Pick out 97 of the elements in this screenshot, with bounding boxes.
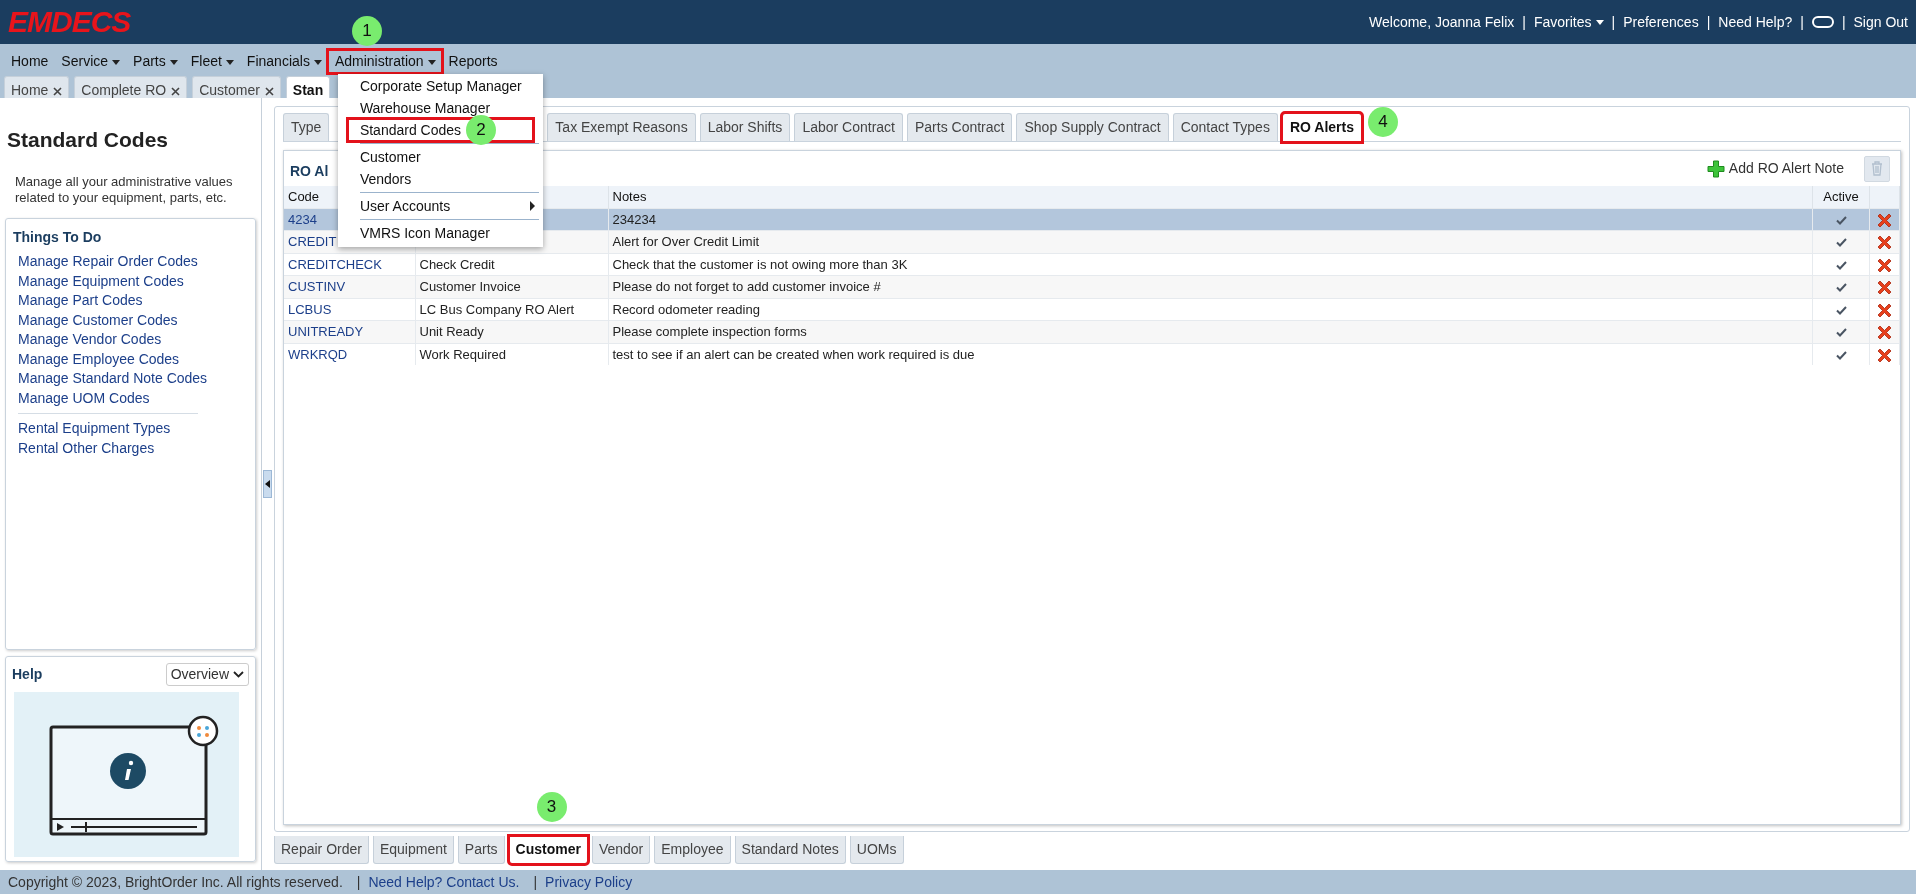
notes-cell: Alert for Over Credit Limit — [608, 230, 1813, 253]
open-tab[interactable]: Home — [4, 76, 70, 98]
open-tab[interactable]: Complete RO — [74, 76, 188, 98]
open-tab[interactable]: Customer — [192, 76, 281, 98]
code-tab[interactable]: Labor Shifts — [699, 113, 791, 141]
notes-cell: test to see if an alert can be created when work required is due — [608, 343, 1813, 365]
delete-icon[interactable] — [1876, 256, 1893, 274]
collapse-handle[interactable] — [263, 470, 272, 498]
overview-select[interactable]: Overview — [165, 663, 249, 686]
module-tab[interactable]: UOMs — [849, 836, 904, 864]
collapse-icon — [265, 480, 270, 488]
notes-cell: 234234 — [608, 208, 1813, 231]
description-cell: Work Required — [415, 343, 608, 365]
footer-link[interactable]: Privacy Policy — [545, 871, 633, 893]
sidebar-link[interactable]: Manage UOM Codes — [18, 388, 249, 409]
panel-title: Help — [12, 665, 43, 684]
menu-item[interactable]: Customer — [337, 146, 543, 168]
footer-link[interactable]: Need Help? Contact Us. — [368, 871, 520, 893]
trash-icon — [1871, 161, 1883, 176]
separator: | — [1800, 12, 1804, 32]
separator: | — [1522, 12, 1526, 32]
callout-number: 4 — [1368, 107, 1398, 137]
delete-icon[interactable] — [1876, 279, 1893, 297]
header-link[interactable]: Preferences — [1623, 11, 1699, 33]
add-note-button[interactable]: Add RO Alert Note — [1706, 158, 1844, 179]
header-link[interactable]: Sign Out — [1853, 11, 1908, 33]
column-header: Notes — [608, 186, 1813, 208]
sidebar-link[interactable]: Manage Standard Note Codes — [18, 369, 249, 389]
code-tab[interactable]: RO Alerts — [1281, 113, 1362, 142]
column-header: Active — [1812, 186, 1870, 208]
code-tab[interactable]: Labor Contract — [794, 113, 903, 141]
code-tab[interactable]: Type — [283, 113, 330, 141]
page-title: Standard Codes — [7, 127, 170, 153]
code-cell[interactable]: WRKRQD — [284, 343, 415, 365]
notes-cell: Please do not forget to add customer invoice # — [608, 275, 1813, 298]
sidebar-link[interactable]: Manage Employee Codes — [18, 349, 249, 370]
description-cell: Unit Ready — [415, 320, 608, 343]
code-tab[interactable]: Contact Types — [1172, 113, 1278, 141]
module-tab[interactable]: Vendor — [591, 836, 651, 864]
notes-cell: Please complete inspection forms — [608, 320, 1813, 343]
close-icon[interactable] — [53, 86, 63, 96]
delete-icon[interactable] — [1876, 324, 1893, 342]
separator: | — [356, 872, 361, 892]
open-tab[interactable]: Stan — [285, 76, 331, 98]
page-description: Manage all your administrative values related to your equipment, parts, etc. — [15, 173, 234, 208]
module-tab[interactable]: Parts — [457, 836, 505, 864]
delete-icon[interactable] — [1876, 211, 1893, 229]
sidebar-link[interactable]: Rental Other Charges — [18, 438, 249, 459]
nav-menu-item[interactable]: Fleet — [183, 50, 240, 73]
nav-menu-item[interactable]: Financials — [239, 50, 328, 73]
code-tab[interactable]: Parts Contract — [907, 113, 1013, 141]
welcome-text: Welcome, Joanna Felix — [1369, 12, 1515, 32]
toggle-icon[interactable] — [1811, 16, 1834, 28]
callout-number: 2 — [465, 115, 496, 145]
sidebar-link[interactable]: Manage Equipment Codes — [18, 271, 249, 292]
menu-item[interactable]: VMRS Icon Manager — [337, 222, 543, 244]
logo: EMDECS — [8, 7, 131, 37]
code-cell[interactable]: CUSTINV — [284, 275, 415, 298]
callout-number: 3 — [536, 792, 567, 822]
delete-icon[interactable] — [1876, 234, 1893, 252]
sidebar-link[interactable]: Manage Repair Order Codes — [18, 252, 249, 272]
code-tab[interactable]: Shop Supply Contract — [1016, 113, 1169, 141]
separator: | — [1706, 12, 1711, 32]
help-video-drawing[interactable] — [14, 692, 239, 857]
menu-item[interactable]: Corporate Setup Manager — [337, 75, 543, 97]
nav-menu-item[interactable]: Administration — [327, 50, 442, 73]
module-tab[interactable]: Standard Notes — [734, 836, 846, 864]
copyright-text: Copyright © 2023, BrightOrder Inc. All rights reserved. — [8, 872, 343, 892]
sidebar-link[interactable]: Manage Part Codes — [18, 291, 249, 311]
panel-title: Things To Do — [13, 228, 103, 248]
nav-menu-item[interactable]: Home — [4, 50, 55, 73]
chevron-down-icon — [233, 671, 244, 678]
code-tab[interactable]: Tax Exempt Reasons — [547, 113, 696, 141]
sidebar-link[interactable]: Manage Vendor Codes — [18, 330, 249, 350]
nav-menu-item[interactable]: Service — [54, 50, 127, 73]
delete-icon[interactable] — [1876, 301, 1893, 319]
header-link[interactable]: Need Help? — [1718, 11, 1793, 33]
module-tab[interactable]: Customer — [508, 836, 588, 864]
submenu-arrow-icon — [529, 201, 535, 211]
favorites-menu[interactable]: Favorites — [1533, 11, 1604, 33]
close-icon[interactable] — [171, 86, 181, 96]
table-title: RO Al — [289, 162, 330, 181]
code-cell[interactable]: UNITREADY — [284, 320, 415, 343]
sidebar-link[interactable]: Manage Customer Codes — [18, 310, 249, 331]
module-tab[interactable]: Equipment — [372, 836, 454, 864]
nav-menu-item[interactable]: Parts — [126, 50, 184, 73]
description-cell: Customer Invoice — [415, 275, 608, 298]
plus-icon — [1706, 159, 1725, 178]
module-tab[interactable]: Employee — [654, 836, 731, 864]
close-icon[interactable] — [264, 86, 274, 96]
separator: | — [1611, 12, 1616, 32]
sidebar-link[interactable]: Rental Equipment Types — [18, 419, 249, 439]
delete-icon[interactable] — [1876, 346, 1893, 364]
module-tab[interactable]: Repair Order — [274, 836, 369, 864]
nav-menu-item[interactable]: Reports — [441, 50, 504, 73]
separator: | — [1841, 12, 1846, 32]
separator: | — [533, 872, 538, 892]
